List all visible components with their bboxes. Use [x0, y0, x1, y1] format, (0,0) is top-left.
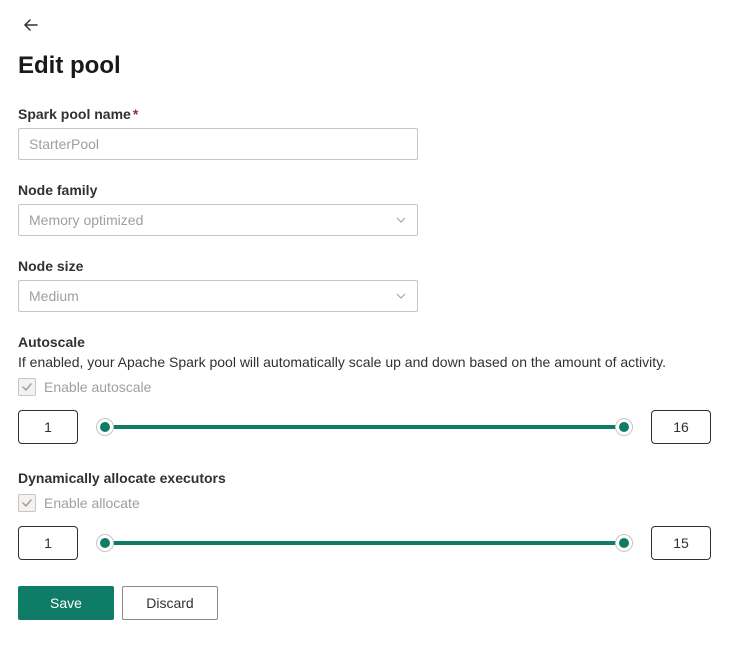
enable-autoscale-label: Enable autoscale [44, 379, 151, 395]
discard-button[interactable]: Discard [122, 586, 218, 620]
autoscale-min-input[interactable]: 1 [18, 410, 78, 444]
slider-thumb-min[interactable] [96, 534, 114, 552]
autoscale-slider[interactable] [92, 418, 637, 436]
back-button[interactable] [18, 12, 44, 38]
allocate-max-input[interactable]: 15 [651, 526, 711, 560]
allocate-slider[interactable] [92, 534, 637, 552]
page-title: Edit pool [18, 52, 711, 80]
enable-allocate-checkbox[interactable] [18, 494, 36, 512]
pool-name-input[interactable]: StarterPool [18, 128, 418, 160]
enable-allocate-label: Enable allocate [44, 495, 140, 511]
node-size-label: Node size [18, 258, 711, 274]
slider-thumb-min[interactable] [96, 418, 114, 436]
required-indicator: * [133, 106, 138, 122]
node-family-label: Node family [18, 182, 711, 198]
allocate-title: Dynamically allocate executors [18, 470, 711, 486]
node-family-select[interactable]: Memory optimized [18, 204, 418, 236]
arrow-left-icon [22, 16, 40, 34]
allocate-min-input[interactable]: 1 [18, 526, 78, 560]
pool-name-label: Spark pool name* [18, 106, 711, 122]
check-icon [21, 381, 33, 393]
autoscale-description: If enabled, your Apache Spark pool will … [18, 354, 711, 370]
slider-thumb-max[interactable] [615, 534, 633, 552]
enable-autoscale-checkbox[interactable] [18, 378, 36, 396]
chevron-down-icon [395, 290, 407, 302]
slider-track [96, 541, 633, 545]
check-icon [21, 497, 33, 509]
slider-track [96, 425, 633, 429]
slider-thumb-max[interactable] [615, 418, 633, 436]
autoscale-max-input[interactable]: 16 [651, 410, 711, 444]
node-size-select[interactable]: Medium [18, 280, 418, 312]
save-button[interactable]: Save [18, 586, 114, 620]
chevron-down-icon [395, 214, 407, 226]
autoscale-title: Autoscale [18, 334, 711, 350]
